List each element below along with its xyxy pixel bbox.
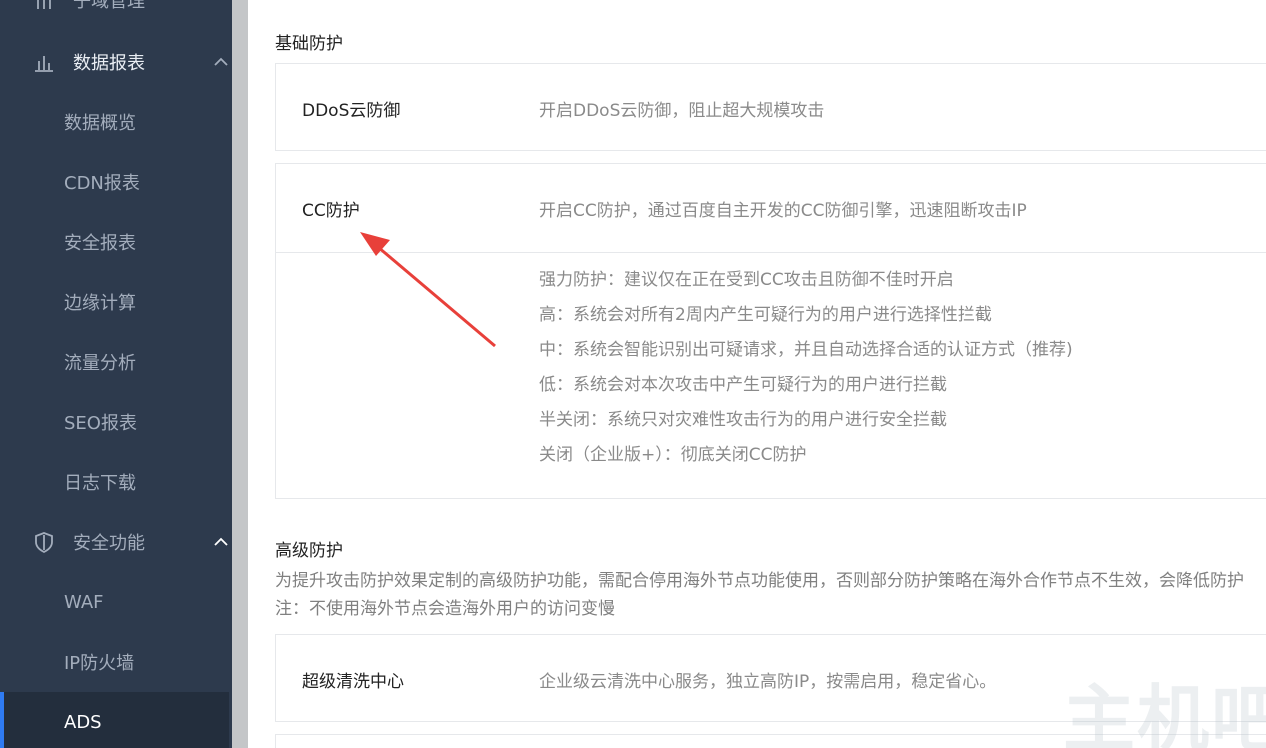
subdomain-icon xyxy=(32,0,56,12)
sidebar-item-label: ADS xyxy=(64,711,102,733)
section-title-advanced: 高级防护 xyxy=(275,541,343,561)
cc-desc: 开启CC防护，通过百度自主开发的CC防御引擎，迅速阻断攻击IP xyxy=(539,201,1027,221)
sidebar-item-cdn-report[interactable]: CDN报表 xyxy=(0,152,229,212)
sidebar-item-label: CDN报表 xyxy=(64,173,140,194)
sidebar-group-label: 安全功能 xyxy=(73,533,145,554)
sidebar-item-label: 数据概览 xyxy=(64,113,136,134)
shield-icon xyxy=(32,530,56,554)
sidebar-item-log-download[interactable]: 日志下载 xyxy=(0,452,229,512)
sidebar: 子域管理 数据报表 数据概览 CDN报表 安全报表 边缘计算 流量分析 SEO报… xyxy=(0,0,229,748)
advanced-desc: 为提升攻击防护效果定制的高级防护功能，需配合停用海外节点功能使用，否则部分防护策… xyxy=(275,571,1244,591)
scroll-gutter[interactable] xyxy=(232,0,248,748)
cc-option-medium[interactable]: 中：系统会智能识别出可疑请求，并且自动选择合适的认证方式（推荐) xyxy=(539,336,1073,371)
cc-divider xyxy=(276,252,1266,253)
cc-option-high[interactable]: 高：系统会对所有2周内产生可疑行为的用户进行选择性拦截 xyxy=(539,301,1073,336)
sidebar-item-data-overview[interactable]: 数据概览 xyxy=(0,92,229,152)
cc-label: CC防护 xyxy=(302,201,360,221)
sidebar-group-security[interactable]: 安全功能 xyxy=(0,512,229,572)
cc-option-off[interactable]: 关闭（企业版+）：彻底关闭CC防护 xyxy=(539,441,1073,476)
cc-option-low[interactable]: 低：系统会对本次攻击中产生可疑行为的用户进行拦截 xyxy=(539,371,1073,406)
sidebar-item-ip-firewall[interactable]: IP防火墙 xyxy=(0,632,229,692)
sidebar-item-ads[interactable]: ADS xyxy=(0,692,229,748)
ddos-desc: 开启DDoS云防御，阻止超大规模攻击 xyxy=(539,101,825,121)
cc-option-half-off[interactable]: 半关闭：系统只对灾难性攻击行为的用户进行安全拦截 xyxy=(539,406,1073,441)
sidebar-item-seo-report[interactable]: SEO报表 xyxy=(0,392,229,452)
scrubbing-label: 超级清洗中心 xyxy=(302,672,404,692)
main-content: 基础防护 DDoS云防御 开启DDoS云防御，阻止超大规模攻击 CC防护 开启C… xyxy=(248,0,1266,748)
sidebar-group-reports[interactable]: 数据报表 xyxy=(0,32,229,92)
sidebar-item-label: 安全报表 xyxy=(64,233,136,254)
chevron-up-icon xyxy=(213,534,229,555)
sidebar-item-subdomain[interactable]: 子域管理 xyxy=(0,0,229,30)
sidebar-item-edge-computing[interactable]: 边缘计算 xyxy=(0,272,229,332)
watermark-text: 主机吧 xyxy=(1063,676,1266,748)
cc-level-options: 强力防护：建议仅在正在受到CC攻击且防御不佳时开启 高：系统会对所有2周内产生可… xyxy=(539,266,1073,476)
scrubbing-desc: 企业级云清洗中心服务，独立高防IP，按需启用，稳定省心。 xyxy=(539,672,997,692)
sidebar-item-waf[interactable]: WAF xyxy=(0,572,229,632)
sidebar-group-label: 数据报表 xyxy=(73,53,145,74)
section-title-basic: 基础防护 xyxy=(275,34,343,54)
sidebar-item-label: 边缘计算 xyxy=(64,293,136,314)
sidebar-item-traffic-analysis[interactable]: 流量分析 xyxy=(0,332,229,392)
sidebar-item-label: 流量分析 xyxy=(64,353,136,374)
sidebar-item-label: SEO报表 xyxy=(64,413,137,434)
ddos-card: DDoS云防御 开启DDoS云防御，阻止超大规模攻击 xyxy=(275,63,1266,151)
sidebar-item-label: 子域管理 xyxy=(73,0,145,12)
sidebar-item-label: WAF xyxy=(64,591,104,613)
bar-chart-icon xyxy=(32,50,56,74)
cc-option-strong[interactable]: 强力防护：建议仅在正在受到CC攻击且防御不佳时开启 xyxy=(539,266,1073,301)
chevron-up-icon xyxy=(213,54,229,75)
cc-card: CC防护 开启CC防护，通过百度自主开发的CC防御引擎，迅速阻断攻击IP 强力防… xyxy=(275,163,1266,499)
sidebar-item-label: IP防火墙 xyxy=(64,653,135,674)
ddos-label: DDoS云防御 xyxy=(302,101,401,121)
sidebar-item-security-report[interactable]: 安全报表 xyxy=(0,212,229,272)
advanced-note: 注：不使用海外节点会造海外用户的访问变慢 xyxy=(275,599,615,619)
sidebar-item-label: 日志下载 xyxy=(64,473,136,494)
